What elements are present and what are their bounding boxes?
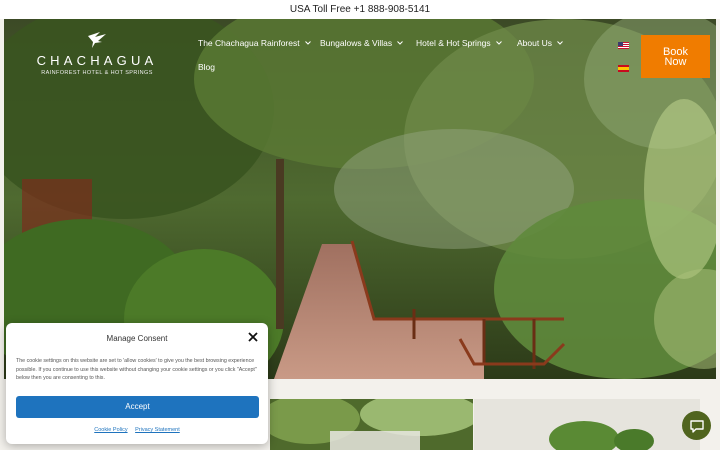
nav-item-chachagua-rainforest[interactable]: The Chachagua Rainforest: [198, 38, 311, 48]
book-now-line2: Now: [664, 55, 687, 68]
consent-links: Cookie Policy Privacy Statement: [16, 427, 258, 433]
nav-item-blog[interactable]: Blog: [198, 62, 215, 72]
hummingbird-logo-icon: [88, 32, 106, 48]
consent-title: Manage Consent: [106, 334, 168, 343]
chevron-down-icon: [397, 41, 403, 45]
toll-free-phone[interactable]: USA Toll Free +1 888-908-5141: [290, 4, 430, 15]
chevron-down-icon: [557, 41, 563, 45]
us-flag-icon[interactable]: [618, 42, 629, 49]
nav-item-label: About Us: [517, 38, 552, 48]
nav-item-about-us[interactable]: About Us: [517, 38, 563, 48]
cookie-policy-link[interactable]: Cookie Policy: [94, 427, 127, 433]
gallery-card-plants[interactable]: [270, 399, 473, 450]
chevron-down-icon: [495, 41, 502, 45]
nav-item-label: The Chachagua Rainforest: [198, 38, 300, 48]
privacy-statement-link[interactable]: Privacy Statement: [135, 427, 180, 433]
book-now-line1: Book: [662, 45, 689, 58]
nav-item-label: Hotel & Hot Springs: [416, 38, 491, 48]
toll-free-bar: USA Toll Free +1 888-908-5141: [0, 0, 720, 19]
gallery-card-interior[interactable]: [474, 399, 700, 450]
gallery-image-interior: [474, 399, 700, 450]
close-icon[interactable]: [248, 332, 258, 342]
nav-item-label: Bungalows & Villas: [320, 38, 393, 48]
book-now-button[interactable]: Book Now: [641, 35, 710, 78]
chevron-down-icon: [304, 41, 311, 45]
gallery-image-plants: [270, 399, 473, 450]
es-flag-icon[interactable]: [618, 65, 629, 72]
chat-bubble-icon: [689, 419, 704, 433]
nav-item-bungalows-villas[interactable]: Bungalows & Villas: [320, 38, 403, 48]
chat-button[interactable]: [682, 411, 711, 440]
consent-body: The cookie settings on this website are …: [16, 358, 257, 382]
brand-name: CHACHAGUA: [36, 53, 158, 68]
brand-logo[interactable]: CHACHAGUA RAINFOREST HOTEL & HOT SPRINGS: [22, 30, 172, 86]
nav-item-hotel-hot-springs[interactable]: Hotel & Hot Springs: [416, 38, 502, 48]
cookie-consent-dialog: Manage Consent The cookie settings on th…: [6, 323, 268, 444]
brand-tagline: RAINFOREST HOTEL & HOT SPRINGS: [41, 70, 153, 76]
nav-item-label: Blog: [198, 62, 216, 72]
accept-button[interactable]: Accept: [16, 395, 259, 418]
